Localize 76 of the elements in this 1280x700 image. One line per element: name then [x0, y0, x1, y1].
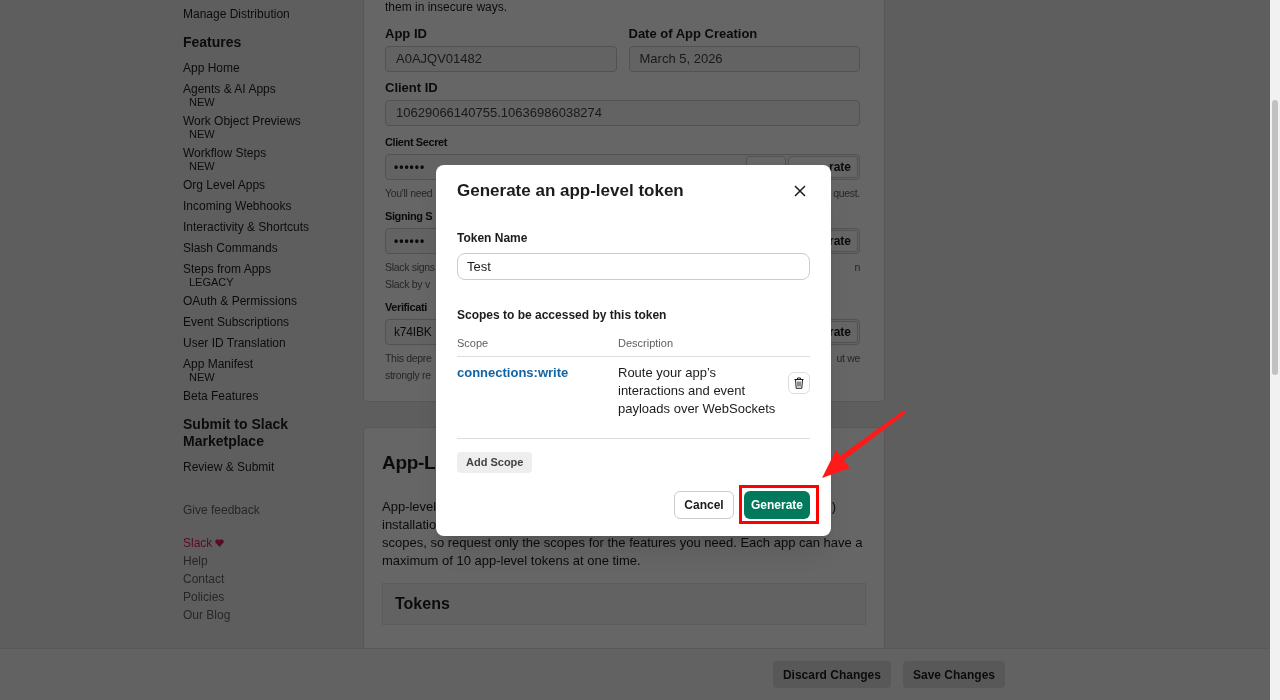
status-label: NEW: [188, 129, 215, 140]
help-text: You'll need: [385, 186, 433, 201]
paragraph-text: App-level: [382, 498, 437, 516]
help-text: This depre: [385, 351, 432, 366]
field-label: Client ID: [385, 79, 439, 97]
footer-link[interactable]: Our Blog: [183, 606, 363, 624]
link-label: Work Object Previews: [183, 113, 301, 129]
section-heading: Scopes to be accessed by this token: [457, 307, 668, 323]
field-label: App ID: [385, 25, 428, 43]
scope-link[interactable]: connections:write: [457, 364, 618, 418]
sidebar-link[interactable]: App Manifest NEW: [183, 356, 363, 383]
paragraph-text: maximum of 10 app-level tokens at one time.: [382, 552, 641, 570]
paragraph-text: scopes, so request only the scopes for the features you need. Each app can have a: [382, 534, 863, 552]
sidebar-link[interactable]: Beta Features: [183, 388, 259, 404]
footer-link[interactable]: Policies: [183, 588, 363, 606]
column-header: Scope: [457, 336, 490, 350]
read-only-field[interactable]: 10629066140755.10636986038274: [385, 100, 860, 126]
paragraph-text: installatio: [382, 516, 437, 534]
sidebar-link[interactable]: Event Subscriptions: [183, 314, 290, 330]
status-label: NEW: [188, 161, 215, 172]
heart-icon: [215, 539, 225, 547]
field-label: Client Secret: [385, 135, 448, 150]
scrollbar[interactable]: [1270, 0, 1280, 700]
cancel-button[interactable]: Cancel: [674, 491, 734, 519]
field-label: Verificati: [385, 300, 427, 315]
sidebar-link[interactable]: Agents & AI Apps NEW: [183, 81, 363, 108]
footer-link[interactable]: Help: [183, 552, 363, 570]
footer-button[interactable]: Discard Changes: [772, 661, 891, 688]
sidebar-link[interactable]: Review & Submit: [183, 459, 275, 475]
brand-link[interactable]: Slack: [183, 534, 363, 552]
sidebar-link[interactable]: Incoming Webhooks: [183, 198, 292, 214]
link-label: App Manifest: [183, 356, 254, 372]
sidebar-link[interactable]: Slash Commands: [183, 240, 278, 256]
generate-button[interactable]: Generate: [744, 491, 810, 519]
sidebar-link[interactable]: Steps from Apps LEGACY: [183, 261, 363, 288]
help-text: Slack signs: [385, 260, 435, 275]
section-heading: Features: [183, 34, 243, 51]
scope-description: Route your app’s interactions and event payloads over WebSockets: [618, 364, 777, 418]
footer-link[interactable]: Contact: [183, 570, 363, 588]
field-label: Date of App Creation: [628, 25, 759, 43]
sidebar-link[interactable]: App Home: [183, 60, 240, 76]
token-name-field[interactable]: Test: [457, 253, 810, 280]
link-label: Agents & AI Apps: [183, 81, 276, 97]
field-label: Token Name: [457, 230, 529, 246]
link-label: Workflow Steps: [183, 145, 267, 161]
sidebar-link[interactable]: Org Level Apps: [183, 177, 266, 193]
link-label: Steps from Apps: [183, 261, 272, 277]
section-heading: Submit to Slack Marketplace: [183, 416, 290, 450]
footer-button[interactable]: Save Changes: [902, 661, 1005, 688]
sidebar-link[interactable]: User ID Translation: [183, 335, 286, 351]
section-title: App-L: [382, 451, 436, 475]
dialog-title: Generate an app-level token: [457, 181, 684, 201]
help-text: strongly re: [385, 368, 431, 383]
help-text: quest.: [833, 186, 860, 201]
intro-text: them in insecure ways.: [385, 0, 508, 15]
help-text: Slack by v: [385, 277, 430, 292]
feedback-link[interactable]: Give feedback: [183, 502, 363, 518]
status-label: NEW: [188, 97, 215, 108]
sidebar-link[interactable]: Workflow Steps NEW: [183, 145, 363, 172]
paragraph-text: ): [831, 498, 837, 516]
tokens-header: Tokens: [382, 583, 866, 625]
sidebar-link[interactable]: OAuth & Permissions: [183, 293, 298, 309]
add-scope-button[interactable]: Add Scope: [457, 452, 533, 473]
read-only-field[interactable]: March 5, 2026: [628, 46, 860, 72]
sidebar-link[interactable]: Interactivity & Shortcuts: [183, 219, 310, 235]
sidebar-link[interactable]: Manage Distribution: [183, 6, 290, 22]
close-icon: [794, 185, 806, 197]
help-text: ut we: [836, 351, 860, 366]
delete-button[interactable]: [788, 372, 810, 394]
column-header: Description: [618, 336, 674, 350]
field-label: Signing S: [385, 209, 433, 224]
status-label: LEGACY: [188, 277, 234, 288]
read-only-field[interactable]: A0AJQV01482: [385, 46, 617, 72]
sidebar-link[interactable]: Work Object Previews NEW: [183, 113, 363, 140]
trash-icon: [794, 377, 804, 389]
status-label: NEW: [188, 372, 215, 383]
